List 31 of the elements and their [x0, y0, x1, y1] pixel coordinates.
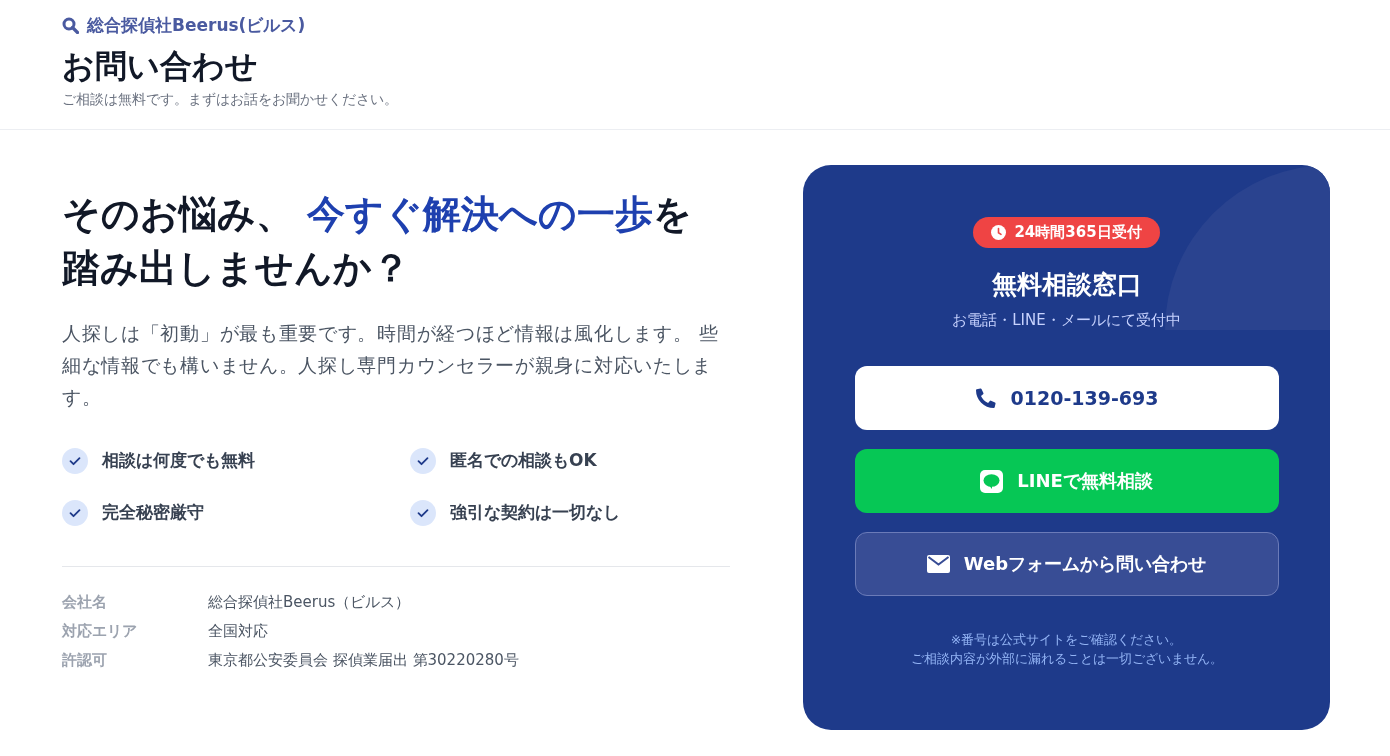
search-icon — [62, 17, 79, 34]
check-icon — [62, 499, 88, 526]
clock-icon — [991, 225, 1007, 241]
brand-name: 総合探偵社Beerus(ビルス) — [87, 14, 306, 37]
phone-button[interactable]: 0120-139-693 — [854, 366, 1279, 431]
check-icon — [410, 499, 436, 526]
badge-text: 24時間365日受付 — [1014, 223, 1142, 243]
check-icon — [62, 447, 88, 474]
envelope-icon — [926, 555, 950, 574]
feature-text: 強引な契約は一切なし — [450, 501, 620, 525]
feature-text: 匿名での相談もOK — [450, 449, 597, 473]
web-form-button[interactable]: Webフォームから問い合わせ — [854, 532, 1279, 597]
card-note: ご相談内容が外部に漏れることは一切ございません。 — [910, 651, 1223, 669]
card-subtitle: お電話・LINE・メールにて受付中 — [952, 311, 1181, 331]
lead-paragraph: 人探しは「初動」が最も重要です。時間が経つほど情報は風化します。 些細な情報でも構いません。人探し専門カウンセラーが親身に対応いたします。 — [62, 320, 720, 411]
info-value: 全国対応 — [208, 621, 269, 641]
card-title: 無料相談窓口 — [991, 269, 1142, 302]
headline: そのお悩み、 今すぐ解決への一歩を 踏み出しませんか？ — [62, 191, 694, 292]
info-label: 会社名 — [62, 592, 108, 612]
info-label: 許認可 — [62, 650, 108, 670]
feature-text: 完全秘密厳守 — [102, 501, 204, 525]
page-title: お問い合わせ — [62, 47, 259, 86]
info-value: 東京都公安委員会 探偵業届出 第30220280号 — [208, 650, 520, 670]
page-subtitle: ご相談は無料です。まずはお話をお聞かせください。 — [62, 91, 399, 110]
check-icon — [410, 447, 436, 474]
info-label: 対応エリア — [62, 621, 138, 641]
card-note: ※番号は公式サイトをご確認ください。 — [950, 632, 1183, 650]
feature-text: 相談は何度でも無料 — [102, 449, 255, 473]
chat-bubble-icon — [980, 469, 1004, 493]
info-value: 総合探偵社Beerus（ビルス） — [208, 592, 412, 612]
phone-icon — [974, 387, 997, 410]
